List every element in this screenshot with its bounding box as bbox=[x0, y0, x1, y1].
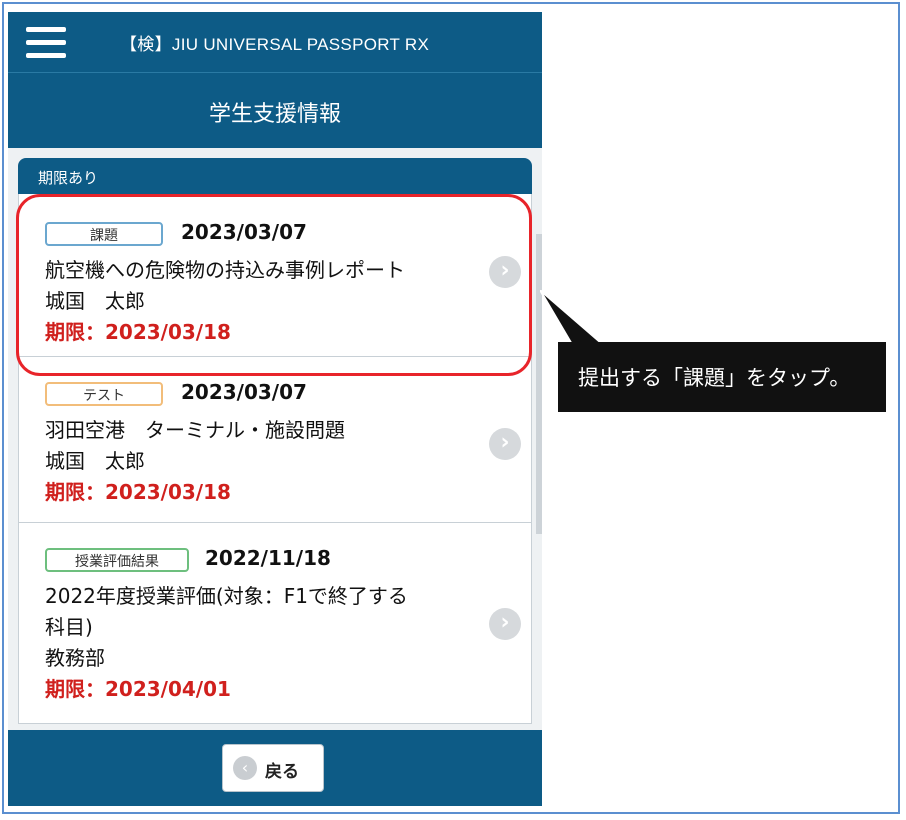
top-bar: 【検】JIU UNIVERSAL PASSPORT RX bbox=[8, 12, 542, 72]
page-title: 学生支援情報 bbox=[208, 102, 341, 127]
back-button[interactable]: ‹ 戻る bbox=[222, 744, 324, 792]
callout-text: 提出する「課題」をタップ。 bbox=[558, 342, 886, 412]
item-title-line-1: 2022年度授業評価(対象：F1で終了する bbox=[45, 584, 408, 608]
chevron-right-icon[interactable]: › bbox=[489, 428, 521, 460]
item-deadline: 期限：2023/04/01 bbox=[45, 677, 231, 701]
bottom-bar: ‹ 戻る bbox=[8, 730, 542, 806]
scrollbar[interactable] bbox=[536, 234, 542, 534]
list-item-test[interactable]: テスト 2023/03/07 羽田空港 ターミナル・施設問題 城国 太郎 期限：… bbox=[19, 356, 531, 523]
menu-icon[interactable] bbox=[26, 27, 66, 59]
chevron-right-icon[interactable]: › bbox=[489, 608, 521, 640]
item-date: 2022/11/18 bbox=[205, 546, 331, 570]
item-person: 城国 太郎 bbox=[45, 449, 145, 473]
tag-test: テスト bbox=[45, 382, 163, 406]
item-deadline: 期限：2023/03/18 bbox=[45, 480, 231, 504]
back-button-label: 戻る bbox=[265, 762, 299, 782]
item-title: 羽田空港 ターミナル・施設問題 bbox=[45, 418, 345, 442]
tag-evaluation: 授業評価結果 bbox=[45, 548, 189, 572]
list-item-evaluation[interactable]: 授業評価結果 2022/11/18 2022年度授業評価(対象：F1で終了する … bbox=[19, 522, 531, 722]
item-title-line-2: 科目) bbox=[45, 615, 93, 639]
section-header: 期限あり bbox=[18, 158, 532, 194]
phone-screen: 【検】JIU UNIVERSAL PASSPORT RX 学生支援情報 期限あり… bbox=[8, 12, 542, 806]
back-arrow-icon: ‹ bbox=[233, 756, 257, 780]
item-date: 2023/03/07 bbox=[181, 380, 307, 404]
highlight-box bbox=[16, 194, 532, 376]
app-title: 【検】JIU UNIVERSAL PASSPORT RX bbox=[120, 35, 430, 54]
item-person: 教務部 bbox=[45, 646, 105, 670]
